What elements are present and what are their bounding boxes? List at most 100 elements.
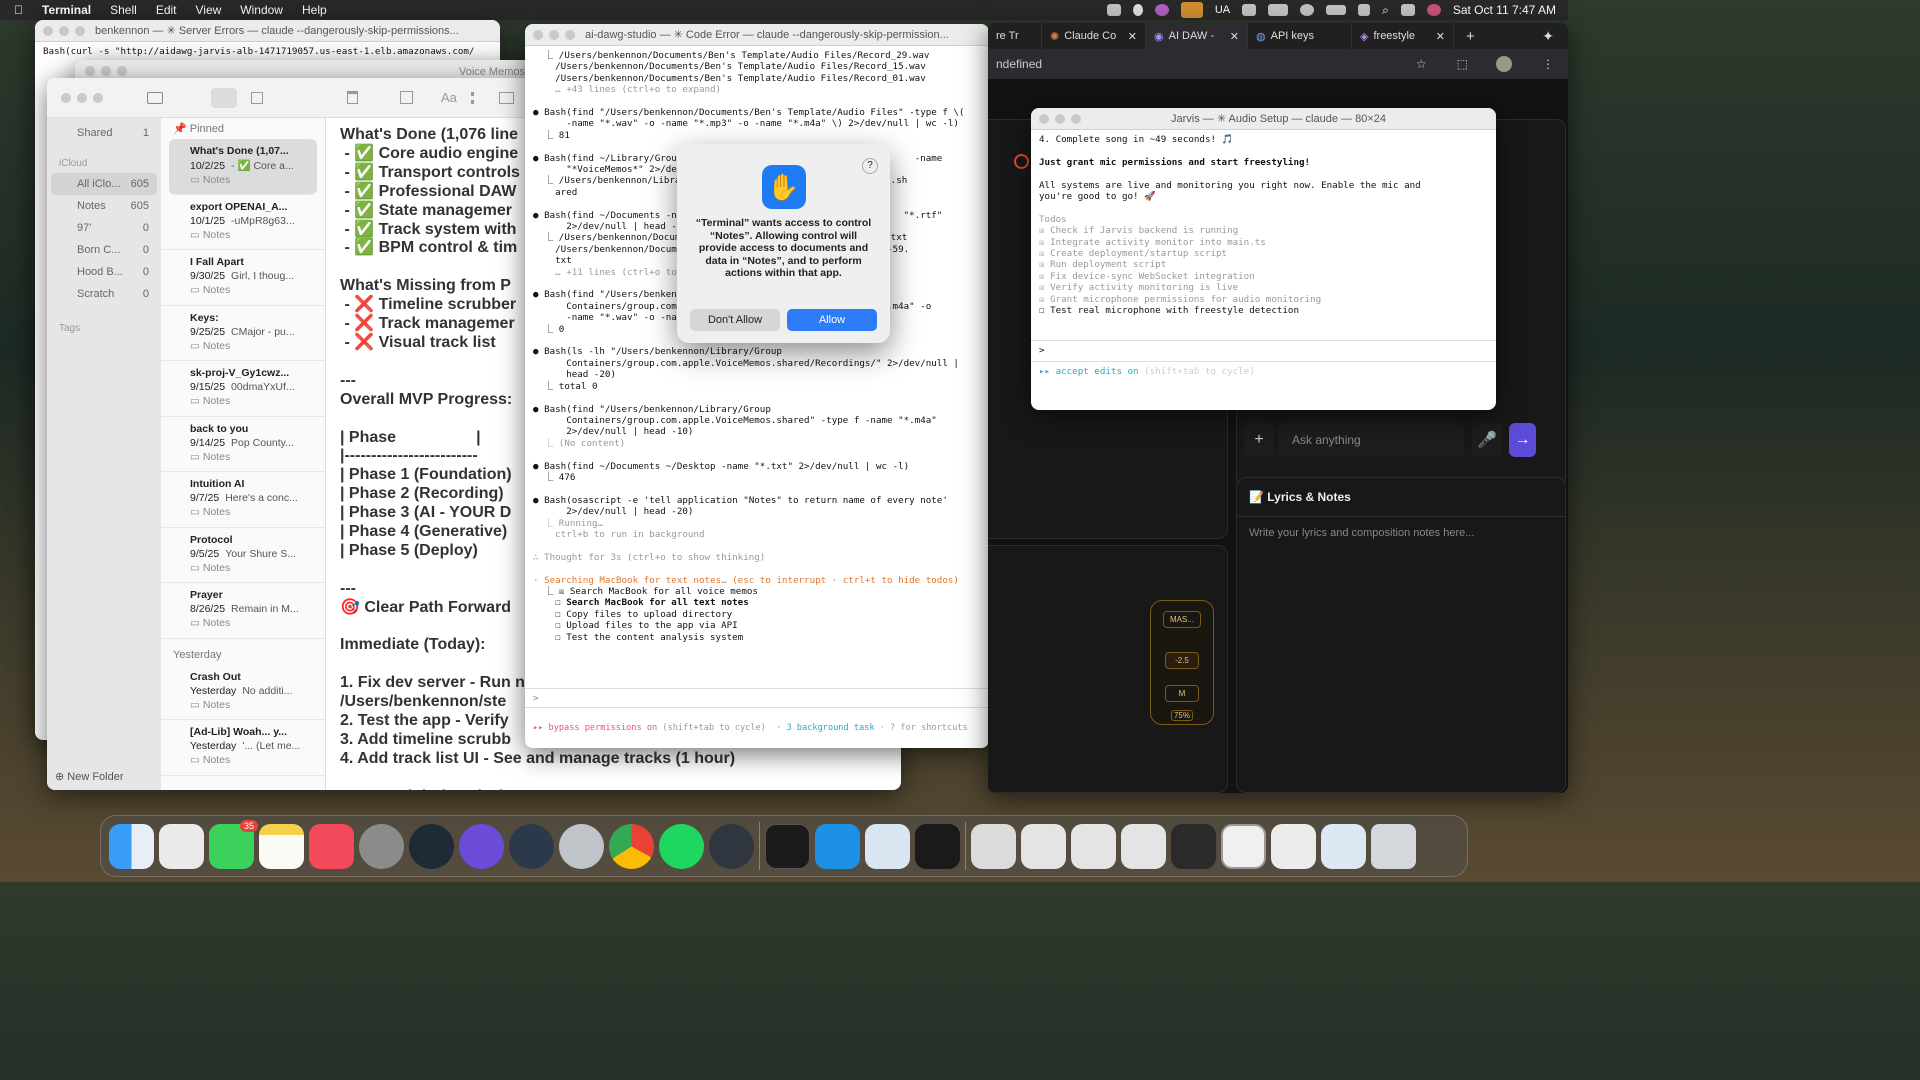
notes-icon[interactable] [259,823,304,869]
trash-icon[interactable] [1371,823,1416,869]
terminal-icon[interactable] [765,823,810,869]
docker-icon[interactable] [815,823,860,869]
folder-all-icloud[interactable]: All iClo... 605 [51,173,157,195]
format-icon[interactable]: Aa [441,90,457,105]
gain-value[interactable]: -2.5 [1165,652,1199,669]
close-icon[interactable]: ✕ [1230,30,1239,43]
menu-app-name[interactable]: Terminal [42,3,91,17]
search-icon[interactable]: ⌕ [1382,3,1389,18]
note-list-item[interactable]: What's Done (1,07... 10/2/25 - ✅ Core a...… [169,139,317,195]
zoom-button[interactable] [117,66,127,76]
arc-icon[interactable] [459,823,504,869]
minimize-button[interactable] [1055,113,1065,124]
terminal-prompt[interactable]: > [525,688,989,708]
table-icon[interactable] [498,91,514,104]
folder-scratch[interactable]: Scratch 0 [51,283,157,305]
messages-icon[interactable]: 35 [209,819,258,869]
chrome-icon[interactable] [609,823,654,869]
note-list-item[interactable]: export OPENAI_A... 10/1/25 -uMpR8g63... ▭ N… [161,195,325,250]
list-view-icon[interactable] [211,87,237,108]
input-source[interactable]: UA [1215,4,1230,16]
close-button[interactable] [43,25,53,36]
help-button[interactable]: ? [862,158,878,174]
close-button[interactable] [533,29,543,40]
address-bar[interactable]: ndefined ☆ ⬚ ⋮ [988,49,1568,79]
note-list-item[interactable]: sk-proj-V_Gy1cwz... 9/15/25 00dmaYxUf... ▭ … [161,361,325,417]
allow-button[interactable]: Allow [787,309,877,331]
tab-api-keys[interactable]: ◍ API keys [1248,23,1352,49]
zoom-button[interactable] [75,25,85,36]
electron-icon[interactable] [709,823,754,869]
extensions-icon[interactable]: ⬚ [1457,57,1468,71]
note-list-item[interactable]: I Fall Apart 9/30/25 Girl, I thoug... ▭ Not… [161,250,325,306]
record-button[interactable] [1014,154,1029,169]
avatar[interactable] [1496,56,1512,72]
minimize-button[interactable] [59,25,69,36]
chat-add-button[interactable]: + [1244,423,1274,457]
sidebar-toggle-icon[interactable] [147,91,163,104]
wifi-icon[interactable] [1358,4,1371,16]
apple-icon[interactable]:  [14,3,23,17]
folder-notes[interactable]: Notes 605 [51,195,157,217]
preview-icon[interactable] [865,823,910,869]
note-list-item[interactable]: Protocol 9/5/25 Your Shure S... ▭ Notes [161,528,325,583]
mainstage-icon[interactable] [509,823,554,869]
note-list-item[interactable]: Intuition AI 9/7/25 Here's a conc... ▭ Note… [161,472,325,528]
chat-input[interactable]: Ask anything [1278,423,1464,457]
tags-header[interactable]: Tags [59,323,161,334]
new-folder-button[interactable]: ⊕ New Folder [55,770,124,783]
menu-shell[interactable]: Shell [110,3,137,17]
menu-icon[interactable]: ⋮ [1542,57,1554,71]
close-button[interactable] [1039,113,1049,124]
app-icon[interactable] [1154,4,1169,16]
folder-shared[interactable]: Shared 1 [51,122,157,144]
minimize-button[interactable] [77,92,87,103]
mic-button[interactable]: 🎤 [1472,423,1502,457]
launchpad-icon[interactable] [159,823,204,869]
window-thumbnail-icon[interactable] [1021,823,1066,869]
menu-edit[interactable]: Edit [156,3,177,17]
compose-icon[interactable] [400,91,413,104]
music-icon[interactable] [309,823,354,869]
note-list-item[interactable]: [Ad-Lib] Woah... y... Yesterday '... (Let … [161,720,325,776]
siri-icon[interactable] [1426,4,1441,16]
menu-window[interactable]: Window [240,3,283,17]
folder-97[interactable]: 97' 0 [51,217,157,239]
monitor-icon[interactable] [1242,4,1257,16]
battery-icon[interactable] [1326,5,1347,15]
clock[interactable]: Sat Oct 11 7:47 AM [1453,3,1556,17]
finder-icon[interactable] [109,823,154,869]
logic-icon[interactable] [409,823,454,869]
tab-0[interactable]: re Tr [988,23,1042,49]
note-list-item[interactable]: Crash Out Yesterday No additi... ▭ Notes [161,665,325,720]
close-icon[interactable]: ✕ [1128,30,1137,43]
extension-icon[interactable]: ✦ [1542,28,1554,45]
dont-allow-button[interactable]: Don't Allow [690,309,780,331]
status-icon[interactable] [1106,4,1121,16]
mute-button[interactable]: M [1165,685,1199,702]
folder-hood[interactable]: Hood B... 0 [51,261,157,283]
window-thumbnail-icon[interactable] [1071,823,1116,869]
server-errors-titlebar[interactable]: benkennon — ✳ Server Errors — claude --d… [35,20,500,42]
background-tasks[interactable]: · 3 background task [776,723,874,733]
jarvis-prompt[interactable]: > [1031,340,1496,362]
spotify-icon[interactable] [659,823,704,869]
note-list-item[interactable]: Prayer 8/26/25 Remain in M... ▭ Notes [161,583,325,639]
menu-help[interactable]: Help [302,3,327,17]
close-button[interactable] [85,66,95,76]
folder-born[interactable]: Born C... 0 [51,239,157,261]
zoom-button[interactable] [93,92,103,103]
play-icon[interactable] [1300,4,1315,16]
tab-claude[interactable]: ✺ Claude Co ✕ [1042,23,1146,49]
voice-memos-icon[interactable] [915,823,960,869]
jarvis-titlebar[interactable]: Jarvis — ✳ Audio Setup — claude — 80×24 [1031,108,1496,130]
nordvpn-icon[interactable] [1268,4,1289,16]
window-thumbnail-icon[interactable] [1271,823,1316,869]
menu-view[interactable]: View [196,3,222,17]
close-button[interactable] [61,92,71,103]
sparkle-icon[interactable] [1132,4,1143,16]
send-button[interactable]: → [1509,423,1536,457]
microphone-icon[interactable] [1180,2,1203,18]
control-center-icon[interactable] [1400,4,1415,16]
zoom-button[interactable] [1071,113,1081,124]
